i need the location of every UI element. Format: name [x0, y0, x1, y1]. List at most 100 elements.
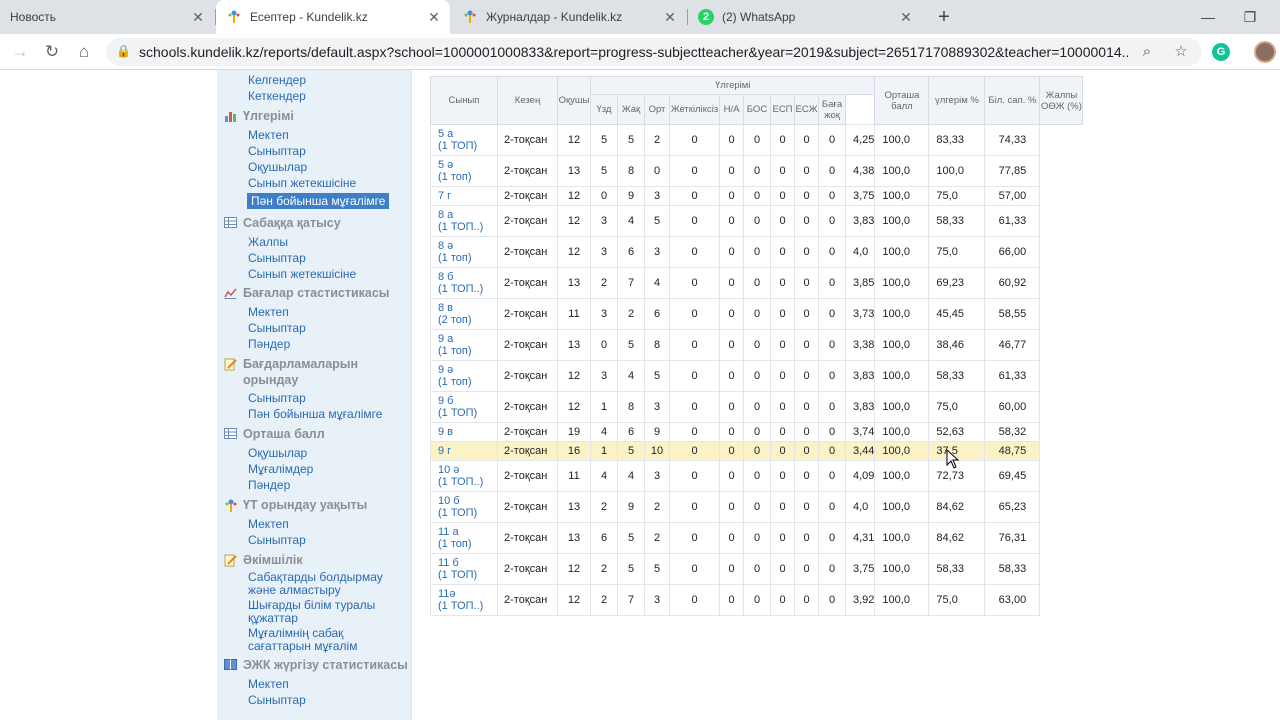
- class-link[interactable]: 7 г: [430, 186, 498, 206]
- sidebar-link-active[interactable]: Пән бойынша мұғалімге: [247, 193, 390, 209]
- cell-qual: 52,63: [928, 422, 986, 442]
- cell-prog: 100,0: [874, 422, 930, 442]
- sidebar-section-admin: Әкімшілік Сабақтарды болдырмау және алма…: [217, 552, 411, 652]
- avatar[interactable]: [1254, 41, 1276, 63]
- cell-ng: 0: [818, 391, 846, 423]
- cell-ng: 0: [818, 236, 846, 268]
- cell-tot: 48,75: [984, 441, 1041, 461]
- book-icon: [223, 659, 238, 672]
- class-link[interactable]: 9 ә (1 топ): [430, 360, 498, 392]
- cell-esp: 0: [770, 236, 795, 268]
- col-header-period: Кезең: [497, 76, 558, 125]
- cell-bos: 0: [743, 391, 771, 423]
- cell-ng: 0: [818, 491, 846, 523]
- cell-esp: 0: [770, 205, 795, 237]
- class-link[interactable]: 8 б (1 ТОП..): [430, 267, 498, 299]
- sidebar-link[interactable]: Сыныптар: [217, 320, 411, 336]
- grammarly-icon[interactable]: G: [1212, 43, 1230, 61]
- cell-qual: 38,46: [928, 329, 986, 361]
- cell-ng: 0: [818, 522, 846, 554]
- sidebar-link[interactable]: Жалпы: [217, 234, 411, 250]
- table-row: 5 а (1 ТОП) 2-тоқсан 12 5 5 2 0 0 0 0 0 0 4,25 100,0 8…: [430, 124, 1083, 156]
- sidebar-link[interactable]: Оқушылар: [217, 445, 411, 461]
- tab-news[interactable]: Новость ✕: [0, 0, 214, 34]
- class-link[interactable]: 9 б (1 ТОП): [430, 391, 498, 423]
- sidebar-link[interactable]: Мектеп: [217, 304, 411, 320]
- cell-bos: 0: [743, 584, 771, 616]
- close-icon[interactable]: ✕: [426, 9, 442, 26]
- cell-esp: 0: [770, 391, 795, 423]
- cell-n: 13: [557, 522, 591, 554]
- sidebar-link[interactable]: Сыныптар: [217, 532, 411, 548]
- minimize-button[interactable]: —: [1196, 6, 1220, 28]
- class-link[interactable]: 5 ә (1 топ): [430, 155, 498, 187]
- sidebar-link[interactable]: Сыныптар: [217, 250, 411, 266]
- tab-journals[interactable]: Журналдар - Kundelik.kz ✕: [452, 0, 686, 34]
- sidebar-link[interactable]: Сыныптар: [217, 390, 411, 406]
- sidebar-link[interactable]: Сыныптар: [217, 143, 411, 159]
- class-link[interactable]: 9 а (1 топ): [430, 329, 498, 361]
- class-link[interactable]: 11 а (1 топ): [430, 522, 498, 554]
- zoom-icon[interactable]: ⌕: [1138, 43, 1156, 61]
- class-link[interactable]: 9 в: [430, 422, 498, 442]
- sidebar-link[interactable]: Пәндер: [217, 336, 411, 352]
- cell-esp: 0: [770, 460, 795, 492]
- class-link[interactable]: 8 в (2 топ): [430, 298, 498, 330]
- cell-na: 0: [719, 584, 744, 616]
- cell-esp: 0: [770, 267, 795, 299]
- class-link[interactable]: 5 а (1 ТОП): [430, 124, 498, 156]
- new-tab-button[interactable]: +: [934, 5, 954, 29]
- cell-avg: 4,38: [844, 155, 876, 187]
- sidebar-link[interactable]: Мұғалімдер: [217, 461, 411, 477]
- sidebar-link[interactable]: Мұғалімнің сабақ сағаттарын мұғалім: [217, 627, 411, 652]
- restore-button[interactable]: ❐: [1238, 6, 1262, 28]
- class-link[interactable]: 9 г: [430, 441, 498, 461]
- sidebar-link[interactable]: Сынып жетекшісіне: [217, 266, 411, 282]
- col-header-esp: ЕСП: [770, 94, 795, 125]
- sidebar-link[interactable]: Кеткендер: [217, 88, 411, 104]
- star-icon[interactable]: ☆: [1172, 43, 1190, 61]
- sidebar-link[interactable]: Пән бойынша мұғалімге: [217, 406, 411, 422]
- sidebar-link[interactable]: Сыныптар: [217, 692, 411, 708]
- sidebar-link[interactable]: Пәндер: [217, 477, 411, 493]
- url-text[interactable]: schools.kundelik.kz/reports/default.aspx…: [139, 44, 1129, 60]
- close-icon[interactable]: ✕: [898, 9, 914, 26]
- tab-reports[interactable]: Есептер - Kundelik.kz ✕: [216, 0, 450, 34]
- class-link[interactable]: 8 ә (1 топ): [430, 236, 498, 268]
- cell-zh: 8: [617, 155, 645, 187]
- sidebar-link[interactable]: Мектеп: [217, 516, 411, 532]
- class-link[interactable]: 11ә (1 ТОП..): [430, 584, 498, 616]
- cell-esz: 0: [794, 441, 819, 461]
- cell-n: 12: [557, 391, 591, 423]
- cell-u: 0: [590, 186, 618, 206]
- table-row: 9 ә (1 топ) 2-тоқсан 12 3 4 5 0 0 0 0 0 0 3,83 100,0 5…: [430, 360, 1083, 392]
- class-link[interactable]: 11 б (1 ТОП): [430, 553, 498, 585]
- sidebar-link[interactable]: Шығарды білім туралы құжаттар: [217, 599, 411, 624]
- reload-icon[interactable]: ↻: [40, 40, 64, 64]
- sidebar-link[interactable]: Сынып жетекшісіне: [217, 175, 411, 191]
- cell-n: 12: [557, 360, 591, 392]
- class-link[interactable]: 10 ә (1 ТОП..): [430, 460, 498, 492]
- cell-u: 0: [590, 329, 618, 361]
- cell-na: 0: [719, 553, 744, 585]
- tab-whatsapp[interactable]: 2 (2) WhatsApp ✕: [688, 0, 922, 34]
- lock-icon: 🔒: [116, 44, 131, 58]
- sidebar-link[interactable]: Сабақтарды болдырмау және алмастыру: [217, 571, 411, 596]
- sidebar-link[interactable]: Келгендер: [217, 72, 411, 88]
- sidebar-link[interactable]: Оқушылар: [217, 159, 411, 175]
- back-arrow-icon[interactable]: →: [8, 40, 32, 64]
- close-icon[interactable]: ✕: [662, 9, 678, 26]
- cell-prog: 100,0: [874, 584, 930, 616]
- cell-tot: 65,23: [984, 491, 1041, 523]
- cell-period: 2-тоқсан: [497, 205, 558, 237]
- class-link[interactable]: 8 а (1 ТОП..): [430, 205, 498, 237]
- col-header-class: Сынып: [430, 76, 498, 125]
- close-icon[interactable]: ✕: [190, 9, 206, 26]
- class-link[interactable]: 10 б (1 ТОП): [430, 491, 498, 523]
- cell-f: 0: [669, 155, 720, 187]
- sidebar-link[interactable]: Мектеп: [217, 676, 411, 692]
- address-bar[interactable]: 🔒 schools.kundelik.kz/reports/default.as…: [106, 38, 1202, 66]
- home-icon[interactable]: ⌂: [72, 40, 96, 64]
- cell-avg: 3,73: [844, 298, 876, 330]
- sidebar-link[interactable]: Мектеп: [217, 127, 411, 143]
